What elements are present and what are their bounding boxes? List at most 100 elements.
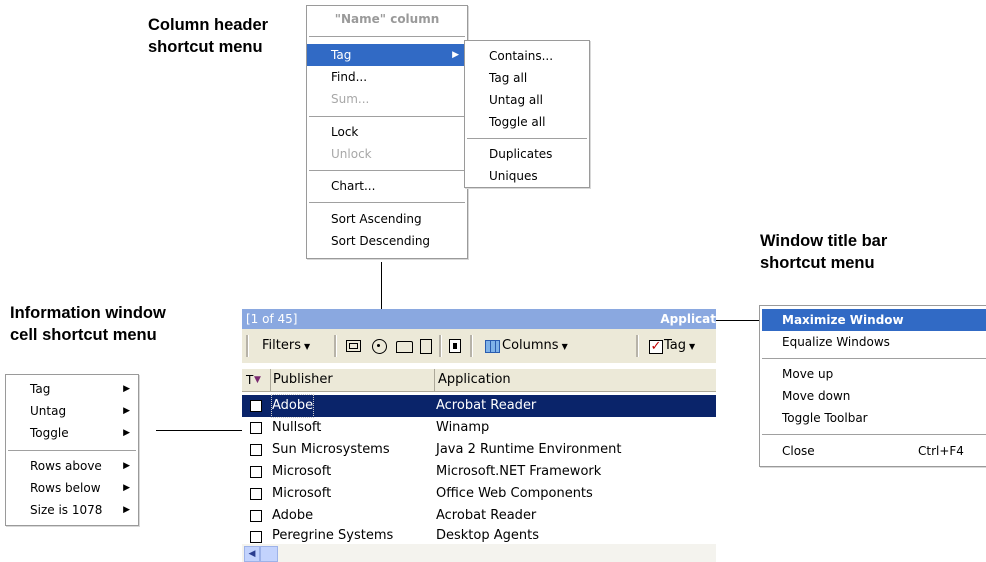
table-row[interactable]: Microsoft Office Web Components [242,483,716,505]
table-row[interactable]: Sun Microsystems Java 2 Runtime Environm… [242,439,716,461]
table-row[interactable]: Microsoft Microsoft.NET Framework [242,461,716,483]
row-checkbox[interactable] [250,422,262,434]
caption-line: cell shortcut menu [10,326,157,344]
menu-item-toggle[interactable]: Toggle ▶ [6,422,138,444]
tag-check-icon: ✓ [649,339,663,354]
shortcut-label: Ctrl+F4 [918,444,964,458]
target-icon[interactable] [372,339,387,354]
submenu-arrow-icon: ▶ [123,461,130,471]
menu-item-sum[interactable]: Sum... [307,88,467,110]
menu-item-find[interactable]: Find... [307,66,467,88]
columns-dropdown[interactable]: Columns ▼ [502,335,568,355]
columns-icon [485,340,500,353]
menu-item-rows-above[interactable]: Rows above ▶ [6,455,138,477]
menu-item-sort-descending[interactable]: Sort Descending [307,230,467,252]
submenu-item-tag-all[interactable]: Tag all [465,67,589,89]
menu-item-label: Move down [782,389,851,403]
folder-icon[interactable] [396,341,413,353]
menu-separator [762,358,986,359]
caption-column-header: Column header shortcut menu [148,14,268,58]
cell-menu: Tag ▶ Untag ▶ Toggle ▶ Rows above ▶ Rows bel… [5,374,139,526]
menu-item-label: Sum... [331,92,370,106]
submenu-item-contains[interactable]: Contains... [465,45,589,67]
table-row[interactable]: Adobe Acrobat Reader [242,394,716,418]
menu-item-label: Find... [331,70,368,84]
submenu-arrow-icon: ▶ [123,384,130,394]
filters-label: Filters [262,338,301,353]
submenu-arrow-icon: ▶ [123,505,130,515]
row-checkbox[interactable] [250,531,262,543]
window-title-bar[interactable]: [1 of 45] Applicat [242,309,716,329]
menu-item-label: Uniques [489,169,538,183]
window-view-icon[interactable] [346,340,361,352]
document-icon[interactable] [420,339,432,354]
caption-line: shortcut menu [760,254,875,272]
submenu-item-uniques[interactable]: Uniques [465,165,589,187]
row-checkbox[interactable] [250,400,262,412]
menu-item-close[interactable]: Close Ctrl+F4 [760,440,986,462]
menu-item-label: Rows above [30,459,102,473]
menu-item-label: Sort Ascending [331,212,422,226]
row-checkbox[interactable] [250,466,262,478]
menu-item-size[interactable]: Size is 1078 ▶ [6,499,138,521]
menu-separator [309,116,465,117]
publisher-cell: Nullsoft [272,420,322,435]
column-header-application[interactable]: Application [435,369,716,391]
menu-item-label: Rows below [30,481,101,495]
column-header-publisher[interactable]: Publisher [270,369,435,391]
table-row[interactable]: Peregrine Systems Desktop Agents [242,527,716,543]
menu-item-equalize-windows[interactable]: Equalize Windows [760,331,986,353]
menu-item-label: Tag [331,48,352,62]
menu-item-label: Contains... [489,49,554,63]
caption-line: Information window [10,304,166,322]
row-checkbox[interactable] [250,444,262,456]
menu-item-label: Maximize Window [782,313,904,327]
application-cell: Winamp [436,420,490,435]
row-checkbox[interactable] [250,510,262,522]
submenu-arrow-icon: ▶ [123,406,130,416]
submenu-item-untag-all[interactable]: Untag all [465,89,589,111]
menu-item-unlock[interactable]: Unlock [307,143,467,165]
tag-submenu: Contains... Tag all Untag all Toggle all… [464,40,590,188]
caption-line: Window title bar [760,232,888,250]
menu-item-rows-below[interactable]: Rows below ▶ [6,477,138,499]
column-header-menu: "Name" column Tag ▶ Find... Sum... Lock … [306,5,468,259]
application-cell: Acrobat Reader [436,398,537,413]
menu-item-maximize-window[interactable]: Maximize Window [762,309,986,331]
table-row[interactable]: Adobe Acrobat Reader [242,505,716,527]
tag-dropdown[interactable]: Tag ▼ [664,335,695,355]
tag-column-label: T [246,373,254,387]
menu-item-tag[interactable]: Tag ▶ [6,378,138,400]
dropdown-arrow-icon: ▼ [303,342,311,351]
submenu-item-duplicates[interactable]: Duplicates [465,143,589,165]
column-header-row: T ▼ Publisher Application [242,369,716,392]
menu-item-move-down[interactable]: Move down [760,385,986,407]
menu-item-chart[interactable]: Chart... [307,175,467,197]
menu-item-label: Unlock [331,147,372,161]
toolbar-separator [334,335,337,357]
scroll-thumb[interactable] [260,546,278,562]
menu-item-toggle-toolbar[interactable]: Toggle Toolbar [760,407,986,429]
filters-dropdown[interactable]: Filters ▼ [262,335,310,355]
menu-item-tag[interactable]: Tag ▶ [307,44,467,66]
publisher-cell: Microsoft [272,464,332,479]
menu-item-sort-ascending[interactable]: Sort Ascending [307,208,467,230]
row-checkbox[interactable] [250,488,262,500]
filter-icon: ▼ [254,375,261,385]
table-body: Adobe Acrobat Reader Nullsoft Winamp Sun… [242,394,716,543]
application-cell: Office Web Components [436,486,593,501]
menu-item-move-up[interactable]: Move up [760,363,986,385]
menu-item-lock[interactable]: Lock [307,121,467,143]
table-row[interactable]: Nullsoft Winamp [242,417,716,439]
column-header-tag[interactable]: T ▼ [242,369,271,391]
menu-item-label: Chart... [331,179,376,193]
menu-item-untag[interactable]: Untag ▶ [6,400,138,422]
export-icon[interactable] [449,339,461,353]
caption-line: shortcut menu [148,38,263,56]
scroll-left-button[interactable]: ◀ [244,546,260,562]
menu-separator [309,202,465,203]
submenu-item-toggle-all[interactable]: Toggle all [465,111,589,133]
horizontal-scrollbar[interactable]: ◀ [242,544,716,562]
caption-info-cell: Information window cell shortcut menu [10,302,166,346]
toolbar: Filters ▼ Columns ▼ ✓ Tag ▼ [242,329,716,363]
